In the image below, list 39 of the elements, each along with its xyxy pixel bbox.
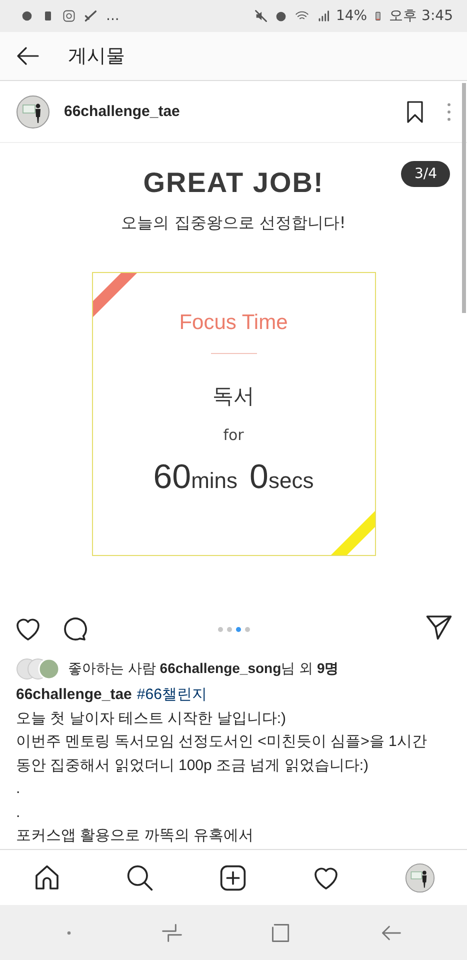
caption-text: . [16, 802, 22, 822]
profile-avatar-icon[interactable] [404, 862, 434, 892]
likes-text: 좋아하는 사람 66challenge_song님 외 9명 [68, 660, 339, 678]
caption-username[interactable]: 66challenge_tae [16, 683, 132, 706]
add-post-icon[interactable] [218, 864, 246, 892]
alert-icon [42, 9, 54, 23]
avatar-icon[interactable] [16, 94, 50, 128]
username-link[interactable]: 66challenge_tae [64, 103, 180, 120]
caption-text: 동안 집중해서 읽었더니 100p 조금 넘게 읽었습니다:) [16, 756, 370, 776]
headline: GREAT JOB! [143, 167, 324, 199]
for-label: for [223, 426, 244, 444]
corner-ribbon [330, 511, 374, 555]
duration-unit: mins [191, 468, 238, 494]
search-icon[interactable] [126, 864, 154, 892]
caption-text: 오늘 첫 날이자 테스트 시작한 날입니다:) [16, 708, 287, 728]
page-counter-badge: 3/4 [401, 161, 450, 187]
duration-unit: secs [268, 468, 314, 494]
more-notifications: ... [106, 8, 120, 24]
subtitle: 오늘의 집중왕으로 선정합니다! [121, 213, 346, 234]
battery-percent: 14% [336, 8, 368, 24]
recent-apps-icon[interactable] [160, 922, 183, 944]
caption-text: . [16, 779, 22, 799]
caption-text: 포커스앱 활용으로 까똑의 유혹에서 [16, 826, 255, 846]
clock: 오후 3:45 [389, 7, 453, 25]
home-icon[interactable] [32, 864, 60, 892]
caption-text: 이번주 멘토링 독서모임 선정도서인 <미친듯이 심플>을 1시간 [16, 732, 428, 752]
duration-value: 0 [250, 458, 268, 497]
duration-value: 60 [153, 458, 192, 497]
corner-ribbon [92, 273, 136, 317]
hashtag-link[interactable]: #66챌린지 [136, 683, 207, 706]
activity-name: 독서 [212, 383, 254, 410]
card-title: Focus Time [179, 311, 288, 335]
instagram-icon [62, 9, 76, 23]
more-options-icon[interactable] [445, 100, 453, 122]
liker-avatars-icon [16, 658, 60, 680]
page-title: 게시물 [68, 44, 125, 69]
send-icon[interactable] [425, 613, 453, 641]
mute-icon [254, 9, 268, 23]
scrollbar[interactable] [462, 83, 466, 313]
